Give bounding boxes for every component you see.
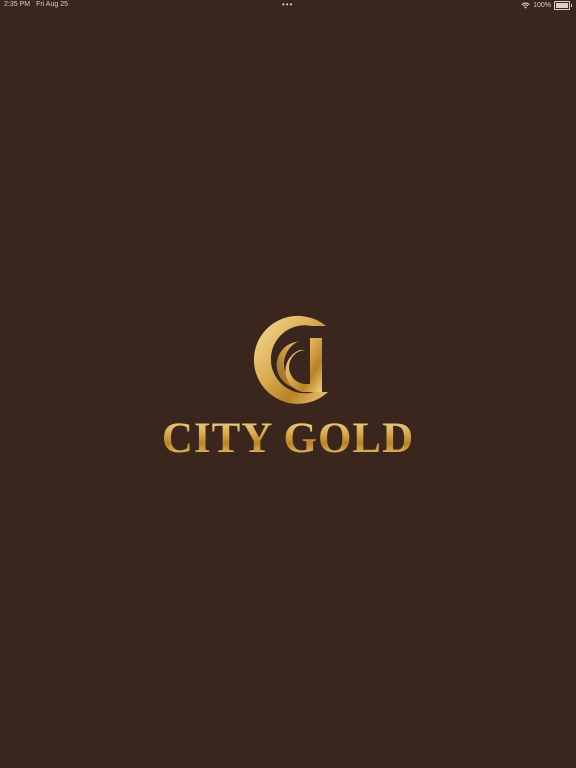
- battery-fill: [556, 3, 568, 8]
- wifi-icon: [521, 2, 530, 9]
- splash-screen: 2:35 PM Fri Aug 25 ••• 100% CITY GOLD: [0, 0, 576, 768]
- status-time: 2:35 PM: [4, 1, 31, 8]
- city-gold-cg-logo-icon: [253, 315, 328, 404]
- status-time-date: 2:35 PM Fri Aug 25: [4, 1, 74, 8]
- battery-percent: 100%: [533, 2, 551, 9]
- status-bar: 2:35 PM Fri Aug 25 ••• 100%: [0, 0, 576, 12]
- status-date: Fri Aug 25: [36, 1, 68, 8]
- multitask-indicator[interactable]: •••: [282, 0, 293, 9]
- battery-icon: [554, 1, 572, 10]
- brand-name: CITY GOLD: [0, 414, 576, 463]
- status-indicators: 100%: [521, 1, 572, 10]
